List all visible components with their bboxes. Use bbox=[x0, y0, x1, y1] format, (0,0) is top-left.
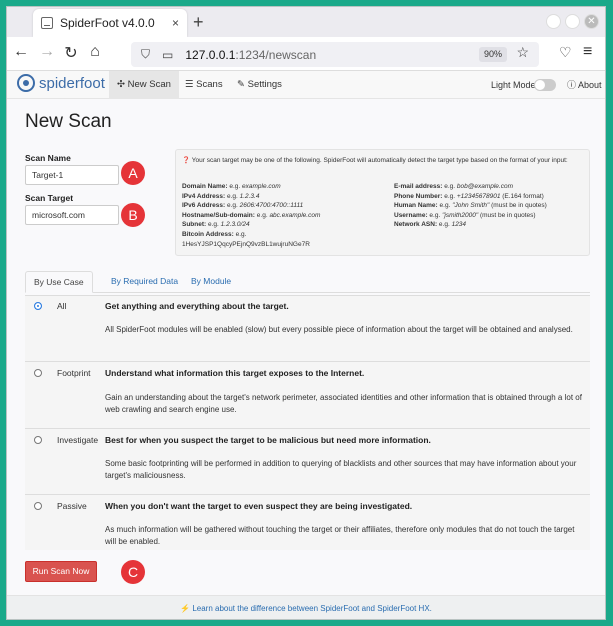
use-case-name: Investigate bbox=[57, 435, 99, 445]
info-icon: ⓘ bbox=[567, 80, 577, 90]
help-item: Bitcoin Address: e.g. bbox=[182, 230, 247, 238]
use-case-summary: When you don't want the target to even s… bbox=[105, 501, 413, 511]
help-item: Human Name: e.g. "John Smith" (must be i… bbox=[394, 202, 547, 210]
use-case-summary: Understand what information this target … bbox=[105, 368, 365, 378]
use-case-name: All bbox=[57, 301, 67, 311]
bookmark-star-icon[interactable]: ☆ bbox=[516, 44, 529, 61]
tab-by-use-case[interactable]: By Use Case bbox=[25, 271, 93, 293]
use-case-summary: Get anything and everything about the ta… bbox=[105, 301, 289, 311]
nav-settings-label: Settings bbox=[247, 79, 282, 90]
back-arrow-icon[interactable]: ← bbox=[11, 43, 31, 61]
help-intro-text: Your scan target may be one of the follo… bbox=[191, 157, 568, 164]
help-left-column: Domain Name: e.g. example.com IPv4 Addre… bbox=[182, 182, 320, 249]
light-mode-toggle[interactable] bbox=[534, 79, 556, 91]
annotation-badge-a: A bbox=[121, 161, 145, 185]
page-title: New Scan bbox=[25, 111, 112, 132]
use-case-row[interactable]: Passive When you don't want the target t… bbox=[25, 494, 590, 550]
help-item: Domain Name: e.g. example.com bbox=[182, 183, 281, 190]
nav-settings[interactable]: ✎ Settings bbox=[229, 71, 290, 99]
close-window-button[interactable]: ✕ bbox=[584, 14, 599, 29]
new-tab-button[interactable]: + bbox=[193, 12, 204, 33]
help-item: Phone Number: e.g. +12345678901 (E.164 f… bbox=[394, 192, 544, 200]
logo-text: spiderfoot bbox=[39, 74, 105, 92]
annotation-badge-c: C bbox=[121, 560, 145, 584]
app-navbar: spiderfoot ✣ New Scan ☰ Scans ✎ Settings… bbox=[7, 71, 605, 99]
address-bar[interactable]: ⛉ ▭ 127.0.0.1 :1234/newscan 90% ☆ bbox=[131, 42, 539, 67]
use-case-summary: Best for when you suspect the target to … bbox=[105, 435, 431, 445]
lightning-icon: ⚡ bbox=[180, 604, 191, 613]
zoom-level[interactable]: 90% bbox=[479, 47, 507, 62]
browser-window: SpiderFoot v4.0.0 × + ✕ ← → ↻ ⌂ ⛉ ▭ 127.… bbox=[6, 6, 606, 620]
about-link[interactable]: ⓘ About bbox=[567, 71, 602, 99]
scan-target-input[interactable]: microsoft.com bbox=[25, 205, 119, 225]
url-path: :1234/newscan bbox=[235, 47, 317, 62]
use-case-radio[interactable] bbox=[34, 302, 42, 310]
help-right-column: E-mail address: e.g. bob@example.com Pho… bbox=[394, 182, 547, 230]
help-item: Username: e.g. "jsmith2000" (must be in … bbox=[394, 211, 536, 219]
list-icon: ☰ bbox=[185, 79, 194, 90]
scan-name-input[interactable]: Target-1 bbox=[25, 165, 119, 185]
footer: ⚡ Learn about the difference between Spi… bbox=[7, 595, 605, 619]
use-case-description: Some basic footprinting will be performe… bbox=[105, 459, 577, 480]
help-bitcoin-example: 1HesYJSP1QqcyPEjnQ9vzBL1wujruNGe7R bbox=[182, 240, 310, 248]
use-case-description: As much information will be gathered wit… bbox=[105, 525, 575, 546]
target-help-panel: ❓ Your scan target may be one of the fol… bbox=[175, 149, 590, 256]
browser-tab-bar: SpiderFoot v4.0.0 × + ✕ bbox=[7, 7, 605, 37]
nav-scans[interactable]: ☰ Scans bbox=[177, 71, 231, 99]
url-host: 127.0.0.1 bbox=[185, 47, 236, 62]
use-case-radio[interactable] bbox=[34, 502, 42, 510]
tab-by-required-data[interactable]: By Required Data bbox=[103, 271, 186, 293]
help-item: IPv4 Address: e.g. 1.2.3.4 bbox=[182, 192, 260, 200]
use-case-row[interactable]: Footprint Understand what information th… bbox=[25, 361, 590, 428]
scan-target-label: Scan Target bbox=[25, 193, 74, 203]
scan-mode-tabs: By Use Case By Required Data By Module bbox=[25, 271, 590, 293]
browser-tab[interactable]: SpiderFoot v4.0.0 × bbox=[33, 9, 187, 37]
window-controls: ✕ bbox=[546, 14, 599, 29]
run-scan-button[interactable]: Run Scan Now bbox=[25, 561, 97, 582]
tab-by-module[interactable]: By Module bbox=[183, 271, 239, 293]
close-tab-icon[interactable]: × bbox=[172, 16, 179, 30]
pocket-icon[interactable]: ♡ bbox=[559, 44, 572, 61]
help-intro: ❓ Your scan target may be one of the fol… bbox=[182, 156, 582, 165]
use-case-row[interactable]: Investigate Best for when you suspect th… bbox=[25, 428, 590, 494]
help-item: E-mail address: e.g. bob@example.com bbox=[394, 183, 513, 190]
spiderfoot-logo[interactable]: spiderfoot bbox=[17, 74, 105, 92]
home-icon[interactable]: ⌂ bbox=[85, 43, 105, 61]
browser-tab-title: SpiderFoot v4.0.0 bbox=[60, 16, 155, 30]
nav-new-scan[interactable]: ✣ New Scan bbox=[109, 71, 179, 99]
hamburger-menu-icon[interactable]: ≡ bbox=[583, 43, 592, 61]
nav-scans-label: Scans bbox=[196, 79, 223, 90]
spiderfoot-logo-icon bbox=[17, 74, 35, 92]
browser-toolbar: ← → ↻ ⌂ ⛉ ▭ 127.0.0.1 :1234/newscan 90% … bbox=[7, 37, 605, 71]
scan-name-label: Scan Name bbox=[25, 153, 71, 163]
footer-link[interactable]: Learn about the difference between Spide… bbox=[192, 604, 432, 613]
use-case-name: Footprint bbox=[57, 368, 91, 378]
nav-new-scan-label: New Scan bbox=[127, 79, 171, 90]
help-item: Hostname/Sub-domain: e.g. abc.example.co… bbox=[182, 211, 321, 219]
forward-arrow-icon[interactable]: → bbox=[37, 43, 57, 61]
favicon-icon bbox=[41, 17, 53, 29]
wrench-icon: ✎ bbox=[237, 79, 245, 90]
help-item: Subnet: e.g. 1.2.3.0/24 bbox=[182, 221, 250, 229]
use-case-row[interactable]: All Get anything and everything about th… bbox=[25, 295, 590, 361]
about-label: About bbox=[578, 80, 602, 90]
plus-icon: ✣ bbox=[117, 79, 125, 90]
help-item: Network ASN: e.g. 1234 bbox=[394, 221, 467, 229]
use-case-radio[interactable] bbox=[34, 436, 42, 444]
question-icon: ❓ bbox=[182, 157, 191, 164]
use-case-radio[interactable] bbox=[34, 369, 42, 377]
help-item: IPv6 Address: e.g. 2606:4700:4700::1111 bbox=[182, 202, 304, 210]
reload-icon[interactable]: ↻ bbox=[61, 43, 81, 63]
minimize-button[interactable] bbox=[546, 14, 561, 29]
page-info-icon[interactable]: ▭ bbox=[162, 48, 173, 62]
use-case-name: Passive bbox=[57, 501, 87, 511]
maximize-button[interactable] bbox=[565, 14, 580, 29]
use-case-description: Gain an understanding about the target's… bbox=[105, 393, 582, 414]
use-case-description: All SpiderFoot modules will be enabled (… bbox=[105, 325, 573, 334]
shield-icon[interactable]: ⛉ bbox=[141, 47, 150, 62]
light-mode-label: Light Mode bbox=[491, 80, 536, 90]
annotation-badge-b: B bbox=[121, 203, 145, 227]
